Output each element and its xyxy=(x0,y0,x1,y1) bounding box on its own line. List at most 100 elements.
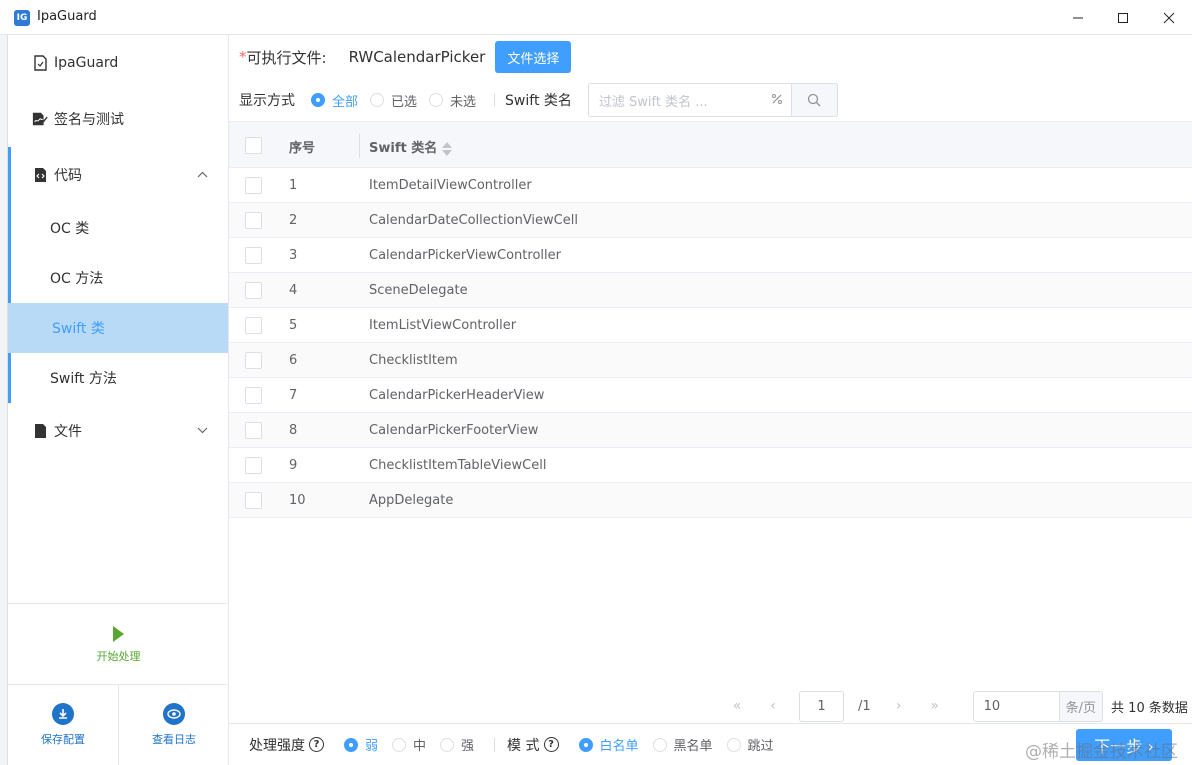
filter-label: Swift 类名 xyxy=(505,90,572,110)
search-button[interactable] xyxy=(792,83,838,117)
download-icon xyxy=(52,703,74,725)
sidebar-item-swift-method[interactable]: Swift 方法 xyxy=(8,353,228,403)
next-page-icon[interactable]: › xyxy=(881,698,917,714)
row-index: 1 xyxy=(289,178,297,193)
sidebar-item-oc-method[interactable]: OC 方法 xyxy=(8,253,228,303)
page-size-unit: 条/页 xyxy=(1060,691,1103,722)
minimize-icon xyxy=(1072,12,1084,24)
pagination: « ‹ 1 /1 › » 10 条/页 共 10 条数据 xyxy=(719,690,1188,722)
table-row[interactable]: 6ChecklistItem xyxy=(229,343,1192,378)
sidebar-item-label: 代码 xyxy=(54,165,82,185)
row-checkbox[interactable] xyxy=(245,212,262,229)
radio-display-selected[interactable]: 已选 xyxy=(370,91,417,110)
first-page-icon[interactable]: « xyxy=(719,698,755,714)
row-checkbox[interactable] xyxy=(245,317,262,334)
submenu-label: OC 方法 xyxy=(50,268,103,288)
radio-dot xyxy=(727,738,741,752)
close-icon xyxy=(1163,12,1175,24)
row-index: 9 xyxy=(289,458,297,473)
radio-label: 中 xyxy=(413,735,426,754)
radio-display-unselected[interactable]: 未选 xyxy=(429,91,476,110)
sidebar-item-sign-test[interactable]: 签名与测试 xyxy=(8,94,228,144)
minimize-button[interactable] xyxy=(1055,0,1101,35)
clear-filter-icon[interactable] xyxy=(771,93,783,108)
sidebar-item-code[interactable]: 代码 xyxy=(8,150,228,200)
row-class-name: CalendarDateCollectionViewCell xyxy=(369,213,578,228)
row-index: 3 xyxy=(289,248,297,263)
radio-label: 未选 xyxy=(450,91,476,110)
table-row[interactable]: 5ItemListViewController xyxy=(229,308,1192,343)
row-class-name: ItemListViewController xyxy=(369,318,516,333)
view-log-label: 查看日志 xyxy=(152,731,196,747)
signature-icon xyxy=(32,111,48,127)
radio-label: 强 xyxy=(461,735,474,754)
radio-strength-weak[interactable]: 弱 xyxy=(344,735,378,754)
sort-icon[interactable] xyxy=(442,141,452,157)
app-window: IG IpaGuard IpaGuard 签名与测试 xyxy=(0,0,1192,765)
help-icon[interactable]: ? xyxy=(309,737,324,752)
radio-label: 全部 xyxy=(332,91,358,110)
swift-class-filter-input[interactable]: 过滤 Swift 类名 ... xyxy=(588,83,792,117)
view-log-button[interactable]: 查看日志 xyxy=(119,685,229,765)
row-class-name: ChecklistItem xyxy=(369,353,458,368)
ipa-file-icon xyxy=(32,55,48,71)
divider xyxy=(494,738,495,752)
last-page-icon[interactable]: » xyxy=(917,698,953,714)
filter-placeholder: 过滤 Swift 类名 ... xyxy=(599,91,708,110)
select-all-checkbox[interactable] xyxy=(245,137,262,154)
prev-page-icon[interactable]: ‹ xyxy=(755,698,791,714)
sidebar-item-swift-class[interactable]: Swift 类 xyxy=(8,303,228,353)
next-step-button[interactable]: 下一步 › xyxy=(1076,729,1172,761)
radio-mode-blacklist[interactable]: 黑名单 xyxy=(653,735,713,754)
table-body: 1ItemDetailViewController2CalendarDateCo… xyxy=(229,168,1192,518)
radio-strength-strong[interactable]: 强 xyxy=(440,735,474,754)
table-row[interactable]: 9ChecklistItemTableViewCell xyxy=(229,448,1192,483)
radio-display-all[interactable]: 全部 xyxy=(311,91,358,110)
submenu-label: Swift 方法 xyxy=(50,368,117,388)
table-row[interactable]: 7CalendarPickerHeaderView xyxy=(229,378,1192,413)
row-checkbox[interactable] xyxy=(245,492,262,509)
row-checkbox[interactable] xyxy=(245,387,262,404)
page-size-input[interactable]: 10 xyxy=(973,691,1060,722)
table-row[interactable]: 3CalendarPickerViewController xyxy=(229,238,1192,273)
table-row[interactable]: 1ItemDetailViewController xyxy=(229,168,1192,203)
radio-mode-skip[interactable]: 跳过 xyxy=(727,735,774,754)
column-header-index: 序号 xyxy=(289,137,315,156)
row-checkbox[interactable] xyxy=(245,457,262,474)
save-config-button[interactable]: 保存配置 xyxy=(8,685,118,765)
sidebar-item-oc-class[interactable]: OC 类 xyxy=(8,203,228,253)
radio-dot xyxy=(311,93,325,107)
row-checkbox[interactable] xyxy=(245,352,262,369)
page-input[interactable]: 1 xyxy=(799,691,844,722)
table-row[interactable]: 10AppDelegate xyxy=(229,483,1192,518)
row-checkbox[interactable] xyxy=(245,422,262,439)
search-icon xyxy=(807,93,821,107)
maximize-button[interactable] xyxy=(1100,0,1146,35)
radio-dot xyxy=(344,738,358,752)
row-checkbox[interactable] xyxy=(245,177,262,194)
row-checkbox[interactable] xyxy=(245,282,262,299)
radio-label: 白名单 xyxy=(600,735,639,754)
table-row[interactable]: 2CalendarDateCollectionViewCell xyxy=(229,203,1192,238)
filter-row: 显示方式 全部 已选 未选 Swift 类名 过滤 Swift 类名 ... xyxy=(239,83,838,117)
help-icon[interactable]: ? xyxy=(544,737,559,752)
radio-strength-medium[interactable]: 中 xyxy=(392,735,426,754)
row-checkbox[interactable] xyxy=(245,247,262,264)
app-logo-icon: IG xyxy=(14,10,30,26)
choose-file-button[interactable]: 文件选择 xyxy=(495,41,571,73)
sidebar-item-ipaguard[interactable]: IpaGuard xyxy=(8,38,228,88)
row-index: 10 xyxy=(289,493,306,508)
strength-label-text: 处理强度 xyxy=(249,735,305,755)
swift-class-table: 序号 Swift 类名 1ItemDetailViewController2Ca… xyxy=(229,121,1192,518)
sidebar-item-files[interactable]: 文件 xyxy=(8,406,228,456)
close-button[interactable] xyxy=(1146,0,1192,35)
table-header: 序号 Swift 类名 xyxy=(229,121,1192,168)
radio-mode-whitelist[interactable]: 白名单 xyxy=(579,735,639,754)
eye-icon xyxy=(163,703,185,725)
table-row[interactable]: 4SceneDelegate xyxy=(229,273,1192,308)
radio-label: 弱 xyxy=(365,735,378,754)
table-row[interactable]: 8CalendarPickerFooterView xyxy=(229,413,1192,448)
start-processing-label: 开始处理 xyxy=(97,648,141,664)
start-processing-button[interactable]: 开始处理 xyxy=(8,605,229,685)
column-header-name[interactable]: Swift 类名 xyxy=(369,137,452,157)
